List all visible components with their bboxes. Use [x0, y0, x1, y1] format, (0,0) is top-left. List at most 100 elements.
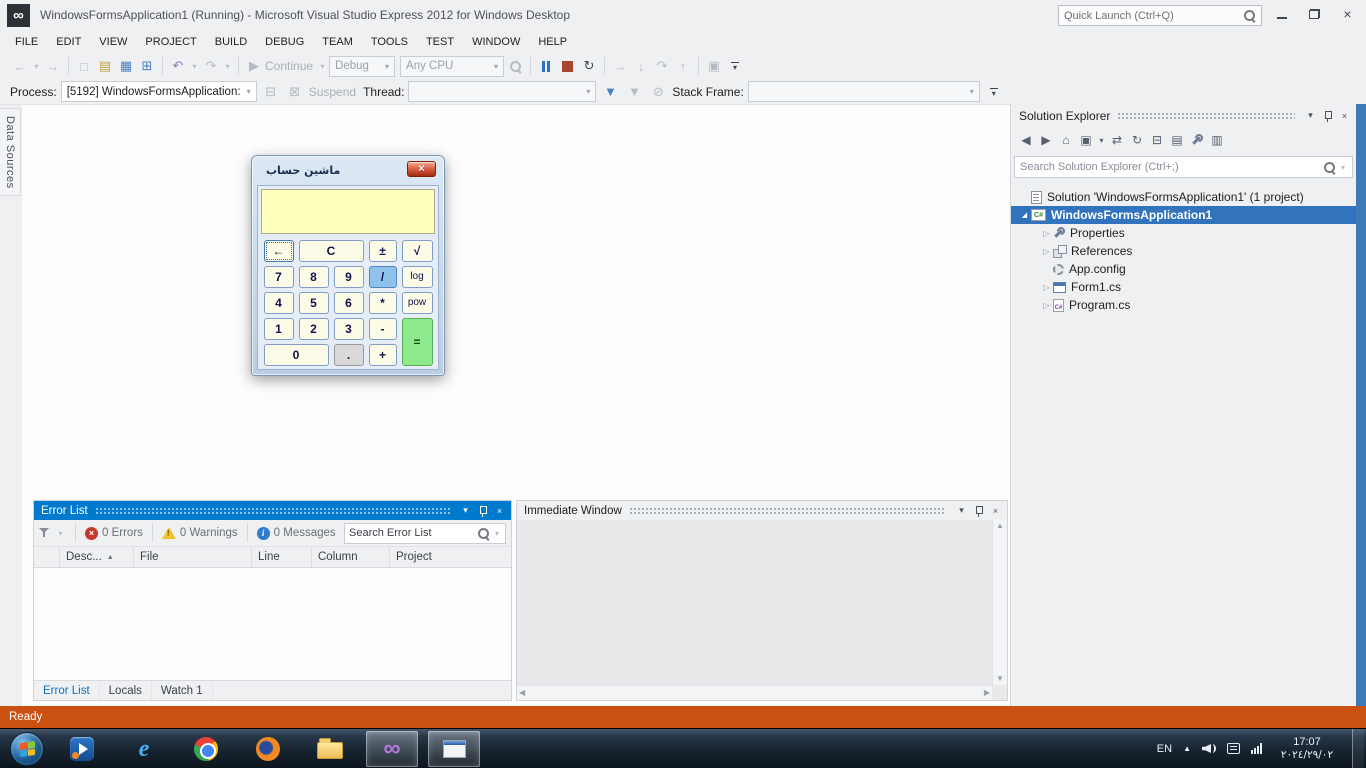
calc-key-minus[interactable]: -: [369, 318, 397, 340]
horizontal-scrollbar[interactable]: ◀ ▶: [517, 685, 992, 700]
new-file-icon[interactable]: □: [74, 55, 94, 77]
find-in-files-icon[interactable]: [505, 55, 525, 77]
data-sources-tab[interactable]: Data Sources: [0, 108, 21, 196]
forward-icon[interactable]: ▶: [1037, 130, 1055, 150]
pin-icon[interactable]: [1319, 108, 1336, 124]
calculator-titlebar[interactable]: ماشين حساب ×: [252, 156, 444, 185]
solution-explorer-search-input[interactable]: [1020, 161, 1320, 173]
language-indicator[interactable]: EN: [1157, 743, 1172, 755]
close-icon[interactable]: ×: [1336, 108, 1353, 124]
collapsed-icon[interactable]: ▷: [1040, 229, 1053, 238]
undo-icon[interactable]: ↶: [168, 55, 188, 77]
tree-item-app-config[interactable]: App.config: [1011, 260, 1356, 278]
quick-launch-box[interactable]: [1058, 5, 1262, 26]
filter-icon[interactable]: [39, 527, 50, 539]
panel-grip[interactable]: [629, 507, 946, 514]
scope-menu-icon[interactable]: ▾: [1097, 130, 1106, 150]
vertical-scrollbar[interactable]: ▲ ▼: [992, 520, 1007, 685]
window-position-icon[interactable]: ▾: [457, 503, 474, 519]
thread-combo[interactable]: ▾: [408, 81, 596, 102]
error-list-search-input[interactable]: [349, 527, 474, 539]
column-file[interactable]: File: [134, 547, 252, 567]
menu-help[interactable]: HELP: [529, 33, 576, 51]
menu-project[interactable]: PROJECT: [136, 33, 205, 51]
close-icon[interactable]: ×: [491, 503, 508, 519]
detach-icon[interactable]: ⊟: [261, 81, 281, 103]
scroll-right-icon[interactable]: ▶: [984, 689, 990, 697]
calc-key-4[interactable]: 4: [264, 292, 294, 314]
sync-with-active-document-icon[interactable]: ⇄: [1108, 130, 1126, 150]
menu-test[interactable]: TEST: [417, 33, 463, 51]
menu-view[interactable]: VIEW: [90, 33, 136, 51]
menu-build[interactable]: BUILD: [206, 33, 256, 51]
column-description[interactable]: Desc...▲: [60, 547, 134, 567]
search-icon[interactable]: [1243, 9, 1256, 22]
calc-key-equals[interactable]: =: [402, 318, 433, 366]
output-window-icon[interactable]: ▣: [704, 55, 724, 77]
calc-key-divide[interactable]: /: [369, 266, 397, 288]
process-combo[interactable]: [5192] WindowsFormsApplication: ▾: [61, 81, 257, 102]
input-indicator-icon[interactable]: [1227, 743, 1240, 754]
break-all-icon[interactable]: [536, 55, 556, 77]
immediate-window-titlebar[interactable]: Immediate Window ▾ ×: [517, 501, 1007, 520]
home-icon[interactable]: ⌂: [1057, 130, 1075, 150]
tree-item-references[interactable]: ▷ References: [1011, 242, 1356, 260]
column-column[interactable]: Column: [312, 547, 390, 567]
search-icon[interactable]: [477, 527, 490, 540]
refresh-icon[interactable]: ↻: [1128, 130, 1146, 150]
search-menu-icon[interactable]: ▾: [1339, 156, 1347, 178]
calc-key-9[interactable]: 9: [334, 266, 364, 288]
tab-watch-1[interactable]: Watch 1: [152, 681, 213, 700]
thread-filter-icon[interactable]: ▼: [624, 81, 644, 103]
calc-key-7[interactable]: 7: [264, 266, 294, 288]
scroll-up-icon[interactable]: ▲: [996, 522, 1004, 530]
redo-menu-icon[interactable]: ▾: [222, 55, 233, 77]
properties-icon[interactable]: [1188, 130, 1206, 150]
close-button[interactable]: ×: [1331, 0, 1364, 28]
calc-key-1[interactable]: 1: [264, 318, 294, 340]
pin-icon[interactable]: [474, 503, 491, 519]
error-list-search-box[interactable]: ▾: [344, 523, 506, 544]
taskbar-chrome[interactable]: [180, 731, 232, 767]
solution-explorer-titlebar[interactable]: Solution Explorer ▾ ×: [1011, 104, 1356, 127]
calc-key-log[interactable]: log: [402, 266, 433, 288]
calc-key-3[interactable]: 3: [334, 318, 364, 340]
calc-key-5[interactable]: 5: [299, 292, 329, 314]
nav-forward-icon[interactable]: →: [43, 55, 63, 77]
taskbar-internet-explorer[interactable]: e: [118, 731, 170, 767]
taskbar-visual-studio[interactable]: ∞: [366, 731, 418, 767]
errors-count[interactable]: ×0 Errors: [85, 527, 143, 540]
collapsed-icon[interactable]: ▷: [1040, 247, 1053, 256]
stop-debugging-icon[interactable]: [557, 55, 578, 77]
calculator-display[interactable]: [261, 189, 435, 234]
tab-locals[interactable]: Locals: [100, 681, 152, 700]
filter-threads-icon[interactable]: ▼: [600, 81, 620, 103]
suspend-button[interactable]: Suspend: [309, 85, 356, 99]
menu-debug[interactable]: DEBUG: [256, 33, 313, 51]
calc-key-0[interactable]: 0: [264, 344, 329, 366]
panel-grip[interactable]: [95, 507, 450, 514]
tree-item-program-cs[interactable]: ▷ Program.cs: [1011, 296, 1356, 314]
solution-configurations-combo[interactable]: Debug ▾: [329, 56, 395, 77]
menu-window[interactable]: WINDOW: [463, 33, 529, 51]
show-desktop-button[interactable]: [1352, 729, 1364, 768]
filter-menu-icon[interactable]: ▾: [55, 522, 66, 544]
calc-key-pow[interactable]: pow: [402, 292, 433, 314]
pin-icon[interactable]: [970, 503, 987, 519]
toolbar-overflow-icon[interactable]: ▾: [990, 88, 998, 96]
scroll-down-icon[interactable]: ▼: [996, 675, 1004, 683]
calculator-close-button[interactable]: ×: [407, 161, 436, 177]
nav-back-menu-icon[interactable]: ▾: [31, 55, 42, 77]
step-out-icon[interactable]: ↑: [673, 55, 693, 77]
calc-key-plus[interactable]: +: [369, 344, 397, 366]
calc-key-clear[interactable]: C: [299, 240, 364, 262]
save-icon[interactable]: ▦: [116, 55, 136, 77]
calc-key-6[interactable]: 6: [334, 292, 364, 314]
window-position-icon[interactable]: ▾: [1302, 108, 1319, 124]
undo-menu-icon[interactable]: ▾: [189, 55, 200, 77]
toolbar-overflow-icon[interactable]: ▾: [731, 62, 739, 70]
restore-button[interactable]: [1298, 0, 1331, 28]
start-button[interactable]: [10, 732, 44, 766]
continue-menu-icon[interactable]: ▾: [317, 55, 328, 77]
tree-item-solution[interactable]: Solution 'WindowsFormsApplication1' (1 p…: [1011, 188, 1356, 206]
